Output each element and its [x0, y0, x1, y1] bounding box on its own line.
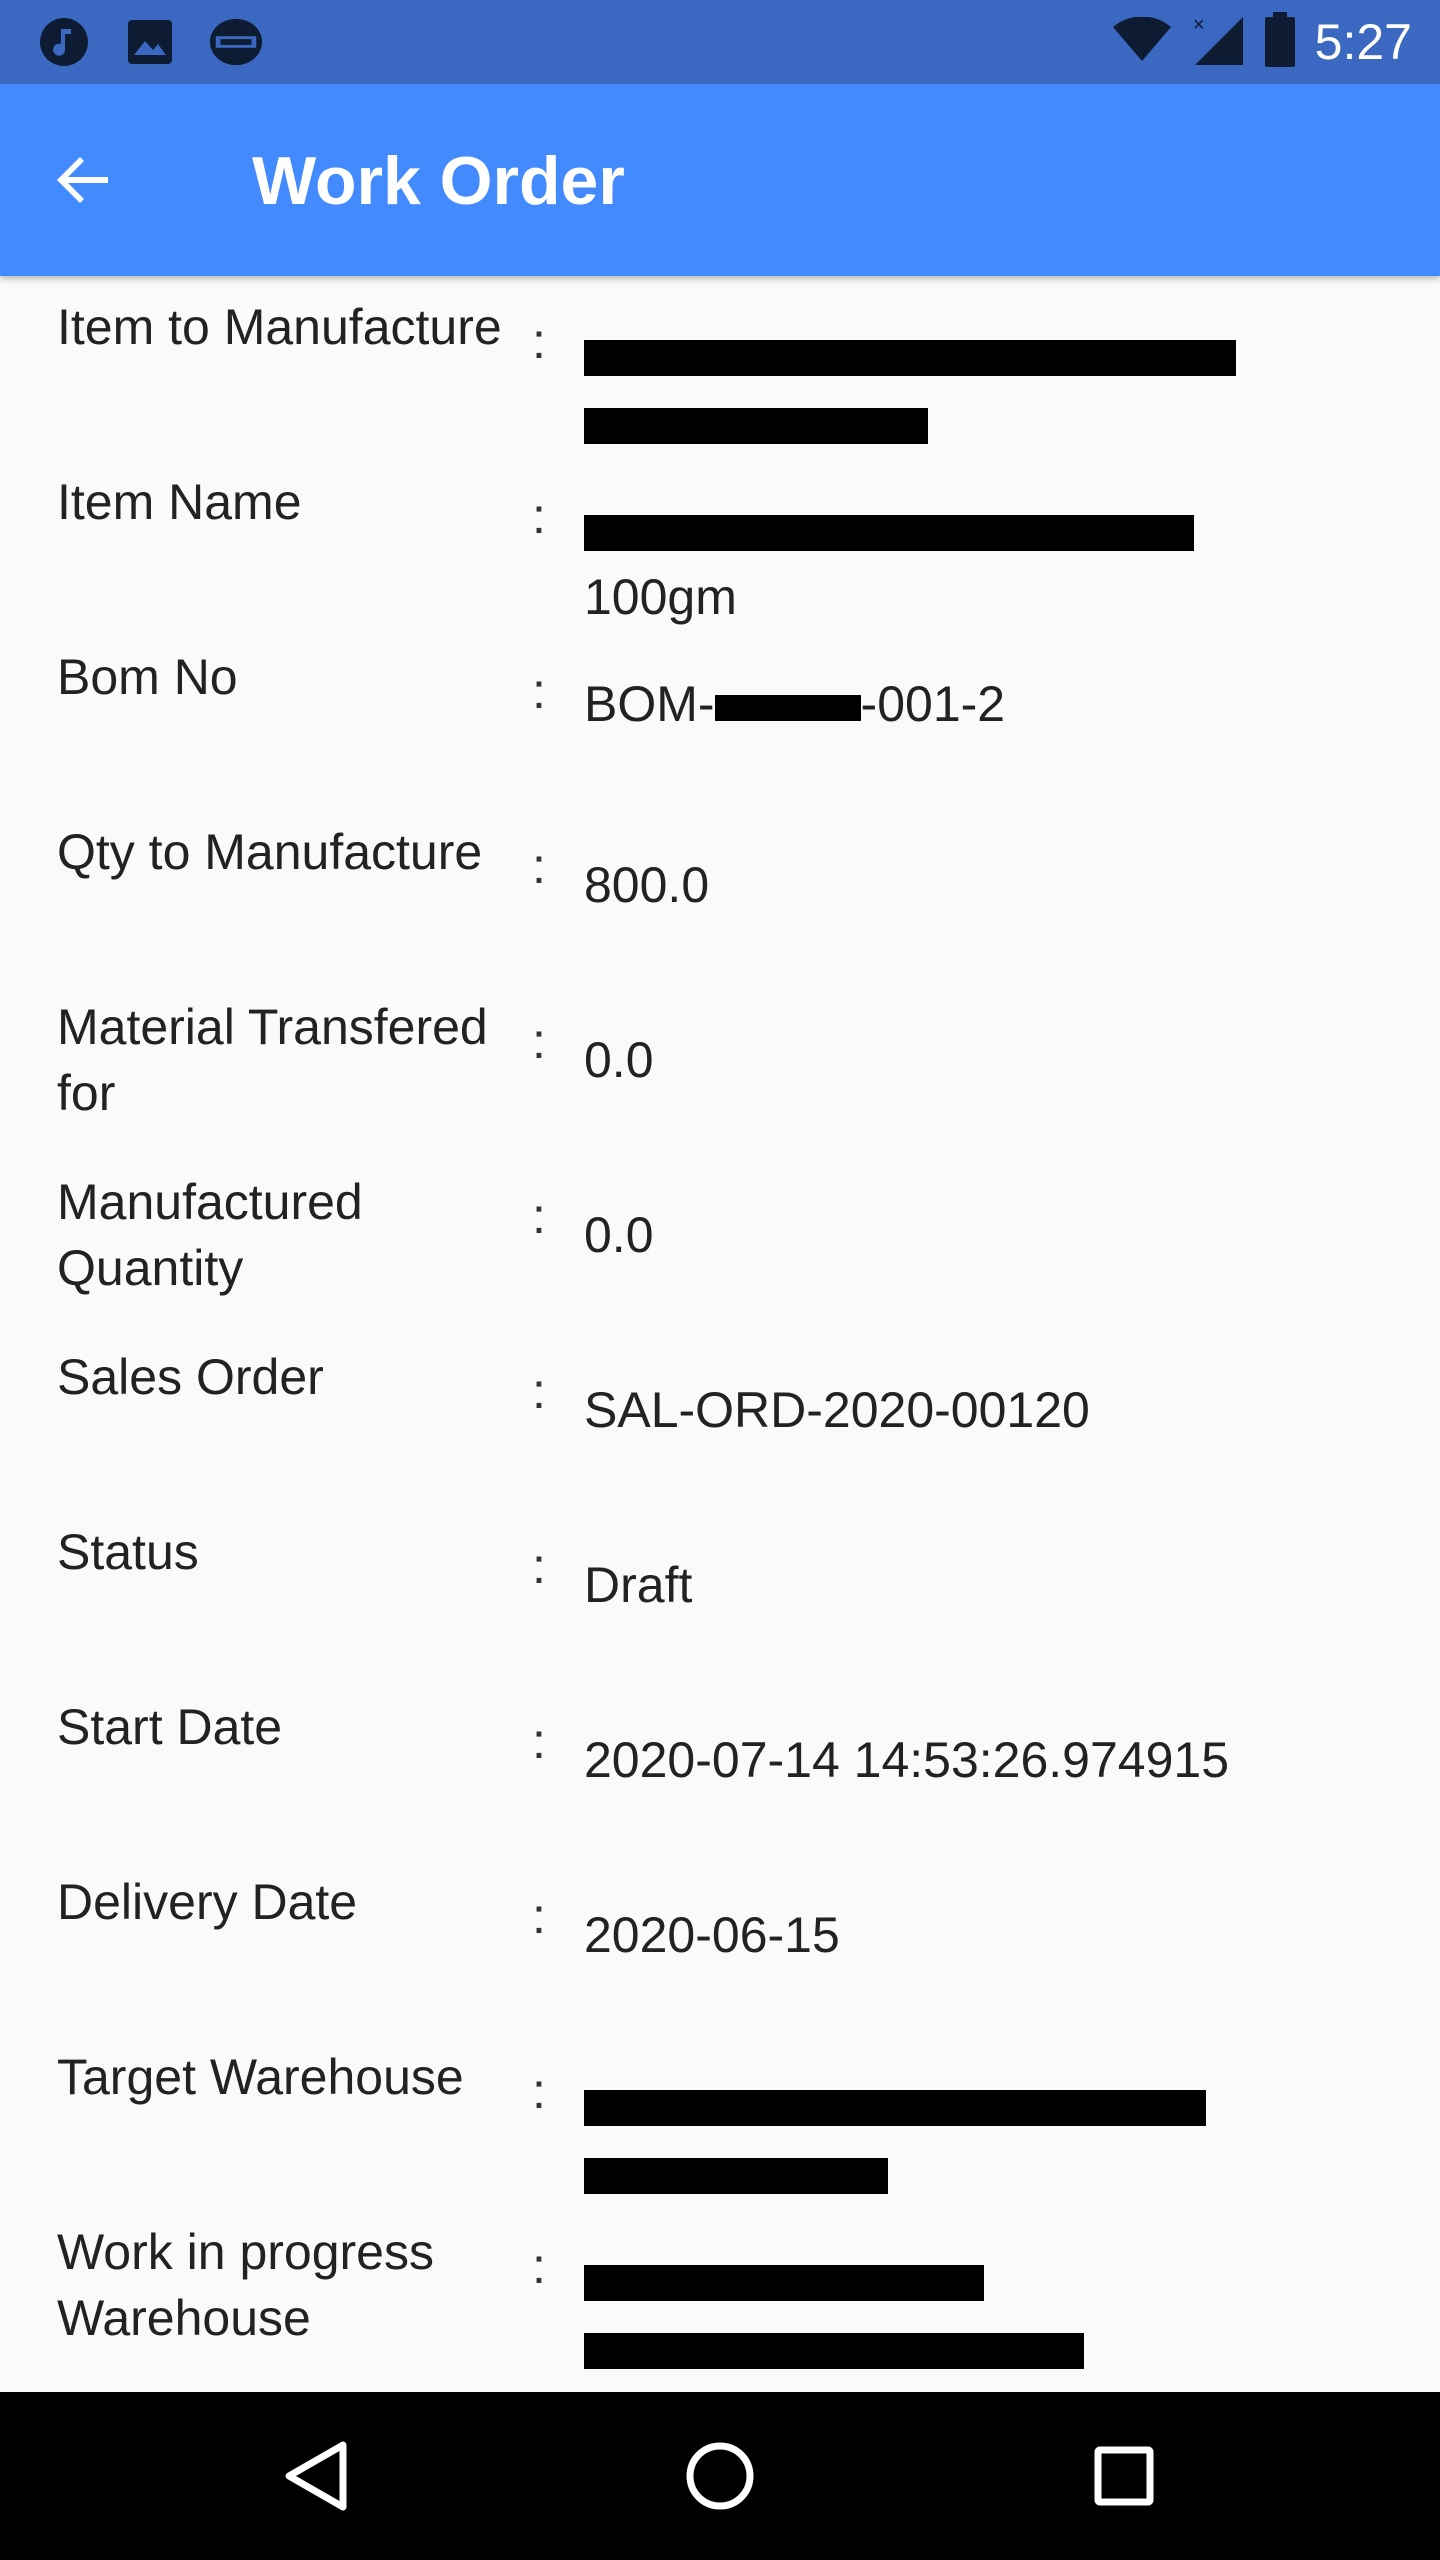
field-label: Sales Order: [57, 1349, 324, 1405]
redaction-bar: [584, 2332, 1084, 2369]
notification-icons: [36, 14, 264, 70]
field-value-redacted: [584, 320, 1384, 456]
field-value: 0.0: [584, 1207, 654, 1263]
svg-text:×: ×: [1193, 14, 1205, 36]
system-icons: × 5:27: [1111, 10, 1412, 74]
field-colon: :: [532, 2238, 546, 2294]
back-button[interactable]: [44, 140, 124, 220]
field-label: Delivery Date: [57, 1874, 358, 1930]
field-colon: :: [532, 488, 546, 544]
field-colon: :: [532, 1713, 546, 1769]
recents-nav-icon: [1094, 2446, 1154, 2506]
home-nav-icon: [686, 2442, 754, 2510]
redaction-bar: [584, 407, 928, 444]
field-colon: :: [532, 838, 546, 894]
field-colon: :: [532, 1538, 546, 1594]
field-colon: :: [532, 1013, 546, 1069]
app-bar: Work Order: [0, 84, 1440, 276]
field-value: 2020-06-15: [584, 1907, 840, 1963]
field-label: Start Date: [57, 1699, 283, 1755]
field-value: 100gm: [584, 495, 1384, 631]
field-value: Draft: [584, 1557, 693, 1613]
wifi-icon: [1111, 15, 1173, 68]
field-value-redacted: [584, 2245, 1384, 2381]
field-colon: :: [532, 1188, 546, 1244]
field-colon: :: [532, 1363, 546, 1419]
home-nav-button[interactable]: [670, 2426, 770, 2526]
redaction-bar: [584, 2264, 984, 2301]
redaction-bar: [584, 339, 1236, 376]
field-colon: :: [532, 313, 546, 369]
field-row-sales-order: Sales Order : SAL-ORD-2020-00120: [0, 1326, 1440, 1501]
music-icon: [36, 14, 92, 70]
back-nav-icon: [285, 2441, 347, 2511]
status-bar: × 5:27: [0, 0, 1440, 84]
arrow-back-icon: [57, 157, 108, 203]
field-row-item-name: Item Name : 100gm: [0, 451, 1440, 626]
signal-icon: ×: [1191, 13, 1245, 72]
system-nav-bar: [0, 2392, 1440, 2560]
field-label: Qty to Manufacture: [57, 824, 483, 880]
field-label: Status: [57, 1524, 199, 1580]
field-label: Manufactured Quantity: [57, 1174, 363, 1296]
clock: 5:27: [1314, 14, 1412, 70]
field-row-material-transfered: Material Transfered for : 0.0: [0, 976, 1440, 1151]
field-value: 0.0: [584, 1032, 654, 1088]
field-value-text: 100gm: [584, 569, 737, 625]
field-row-delivery-date: Delivery Date : 2020-06-15: [0, 1851, 1440, 2026]
image-icon: [122, 14, 178, 70]
redaction-bar: [584, 2089, 1206, 2126]
field-colon: :: [532, 663, 546, 719]
field-row-status: Status : Draft: [0, 1501, 1440, 1676]
field-row-start-date: Start Date : 2020-07-14 14:53:26.974915: [0, 1676, 1440, 1851]
field-value: SAL-ORD-2020-00120: [584, 1382, 1090, 1438]
battery-icon: [1263, 11, 1297, 73]
field-row-wip-warehouse: Work in progress Warehouse :: [0, 2201, 1440, 2376]
field-value: 2020-07-14 14:53:26.974915: [584, 1732, 1230, 1788]
field-row-qty-to-manufacture: Qty to Manufacture : 800.0: [0, 801, 1440, 976]
sync-icon: [208, 14, 264, 70]
field-value-redacted: [584, 2070, 1384, 2206]
field-label: Target Warehouse: [57, 2049, 464, 2105]
redaction-bar: [584, 2157, 888, 2194]
field-colon: :: [532, 2063, 546, 2119]
field-label: Item to Manufacture: [57, 299, 502, 355]
field-row-bom-no: Bom No : BOM- -001-2: [0, 626, 1440, 801]
work-order-details[interactable]: Item to Manufacture : Item Name : 100gm …: [0, 276, 1440, 2392]
field-value: BOM- -001-2: [584, 670, 1384, 738]
bom-prefix: BOM-: [584, 676, 715, 732]
field-label: Work in progress Warehouse: [57, 2224, 434, 2346]
recents-nav-button[interactable]: [1074, 2426, 1174, 2526]
field-label: Bom No: [57, 649, 238, 705]
page-title: Work Order: [252, 143, 625, 219]
field-value: 800.0: [584, 857, 710, 913]
redaction-bar: [714, 694, 861, 721]
field-label: Material Transfered for: [57, 999, 488, 1121]
field-row-target-warehouse: Target Warehouse :: [0, 2026, 1440, 2201]
field-row-item-to-manufacture: Item to Manufacture :: [0, 276, 1440, 451]
bom-suffix: -001-2: [860, 676, 1006, 732]
redaction-bar: [584, 514, 1194, 551]
back-nav-button[interactable]: [266, 2426, 366, 2526]
field-row-manufactured-quantity: Manufactured Quantity : 0.0: [0, 1151, 1440, 1326]
field-colon: :: [532, 1888, 546, 1944]
field-label: Item Name: [57, 474, 302, 530]
